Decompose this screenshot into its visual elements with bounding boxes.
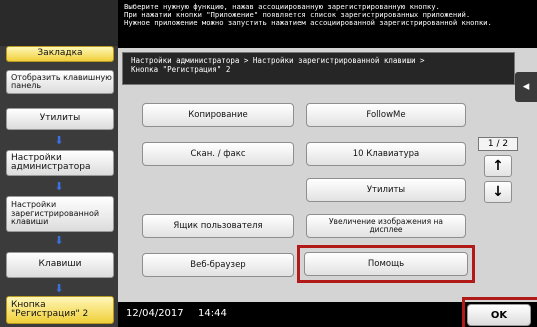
- nav-keys-button[interactable]: Клавиши: [6, 252, 114, 278]
- scan-fax-button[interactable]: Скан. / факс: [142, 142, 294, 166]
- nav-arrow-down-icon: ⬇: [54, 134, 64, 147]
- ok-button[interactable]: OK: [467, 304, 531, 326]
- side-tab-icon[interactable]: ◂: [515, 72, 537, 102]
- nav-arrow-down-icon: ⬇: [54, 282, 64, 295]
- page-up-button[interactable]: ↑: [484, 155, 512, 177]
- followme-button[interactable]: FollowMe: [306, 103, 466, 127]
- page-indicator: 1 / 2: [478, 137, 518, 151]
- bookmark-button[interactable]: Закладка: [6, 46, 114, 62]
- nav-admin-settings-button[interactable]: Настройки администратора: [6, 150, 114, 176]
- nav-arrow-down-icon: ⬇: [54, 234, 64, 247]
- nav-registered-keys-button[interactable]: Настройки зарегистрированной клавиши: [6, 196, 114, 232]
- keypad10-button[interactable]: 10 Клавиатура: [306, 142, 466, 166]
- breadcrumb: Настройки администратора > Настройки зар…: [122, 52, 515, 85]
- show-keypad-button[interactable]: Отобразить клавишную панель: [6, 70, 114, 94]
- zoom-display-button[interactable]: Увеличение изображения на дисплее: [306, 214, 466, 238]
- footer-date: 12/04/2017: [126, 308, 184, 319]
- page-down-button[interactable]: ↓: [484, 181, 512, 203]
- user-box-button[interactable]: Ящик пользователя: [142, 214, 294, 238]
- copy-button[interactable]: Копирование: [142, 103, 294, 127]
- help-button[interactable]: Помощь: [304, 252, 468, 276]
- web-browser-button[interactable]: Веб-браузер: [142, 253, 294, 277]
- nav-current-item[interactable]: Кнопка "Регистрация" 2: [6, 296, 114, 324]
- nav-utilities-button[interactable]: Утилиты: [6, 108, 114, 130]
- instructions-text: Выберите нужную функцию, нажав ассоцииро…: [118, 0, 537, 48]
- left-top-bar: [0, 0, 118, 46]
- nav-arrow-down-icon: ⬇: [54, 180, 64, 193]
- footer-time: 14:44: [198, 308, 227, 319]
- utilities-button[interactable]: Утилиты: [306, 178, 466, 202]
